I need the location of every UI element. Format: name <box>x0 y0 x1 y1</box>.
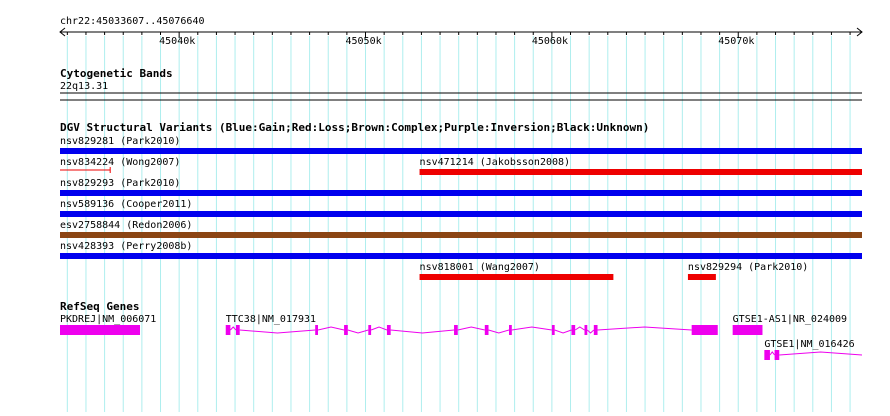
gene-exon <box>368 325 372 335</box>
dgv-track-title[interactable]: DGV Structural Variants (Blue:Gain;Red:L… <box>60 122 649 134</box>
gene-intron-line <box>230 326 692 334</box>
gene-exon <box>225 325 231 335</box>
gene-exon <box>584 325 588 335</box>
gene-exon <box>454 325 458 335</box>
gene-exon <box>484 325 489 335</box>
gene-label: GTSE1-AS1|NR_024009 <box>732 314 848 325</box>
gene-exon <box>571 325 576 335</box>
gene-exon <box>509 325 512 335</box>
dgv-variant-bar <box>60 253 862 259</box>
gene-exon <box>691 325 718 335</box>
dgv-variant-label: nsv829293 (Park2010) <box>60 178 181 189</box>
ruler-tick-label: 45070k <box>718 36 755 47</box>
gene-label: GTSE1|NM_016426 <box>764 339 855 350</box>
dgv-variant-label: nsv834224 (Wong2007) <box>60 157 181 168</box>
dgv-variant-bar <box>60 190 862 196</box>
dgv-variant-label: nsv829281 (Park2010) <box>60 136 181 147</box>
cytoband-label: 22q13.31 <box>60 81 109 92</box>
gene-exon <box>344 325 348 335</box>
genome-browser-view: chr22:45033607..45076640 Cytogenetic Ban… <box>0 0 890 412</box>
dgv-variant-bar <box>60 232 862 238</box>
gene-exon <box>774 350 780 360</box>
ruler-tick-label: 45040k <box>159 36 196 47</box>
gene-exon <box>732 325 763 335</box>
ruler-tick-label: 45050k <box>345 36 382 47</box>
dgv-variant-bar <box>60 148 862 154</box>
dgv-variant-label: nsv818001 (Wang2007) <box>419 262 540 273</box>
gene-exon <box>764 350 770 360</box>
dgv-variant-label: esv2758844 (Redon2006) <box>60 220 193 231</box>
gene-intron-line <box>769 351 863 356</box>
gene-exon <box>593 325 598 335</box>
dgv-variant-bar <box>419 274 614 280</box>
dgv-variant-bar <box>419 169 862 175</box>
gene-exon <box>60 325 141 335</box>
dgv-variant-label: nsv829294 (Park2010) <box>687 262 809 273</box>
dgv-variant-bar <box>60 211 862 217</box>
dgv-variant-label: nsv471214 (Jakobsson2008) <box>419 157 571 168</box>
gene-exon <box>315 325 318 335</box>
gene-exon <box>551 325 555 335</box>
refseq-track-title[interactable]: RefSeq Genes <box>60 301 139 313</box>
gene-exon <box>235 325 240 335</box>
cytoband-track-title[interactable]: Cytogenetic Bands <box>60 68 173 80</box>
ruler-tick-label: 45060k <box>531 36 568 47</box>
gene-label: PKDREJ|NM_006071 <box>60 314 157 325</box>
region-label: chr22:45033607..45076640 <box>60 16 205 27</box>
dgv-variant-label: nsv428393 (Perry2008b) <box>60 241 193 252</box>
gene-label: TTC38|NM_017931 <box>225 314 317 325</box>
dgv-variant-bar <box>687 274 716 280</box>
dgv-variant-label: nsv589136 (Cooper2011) <box>60 199 193 210</box>
gene-exon <box>386 325 391 335</box>
